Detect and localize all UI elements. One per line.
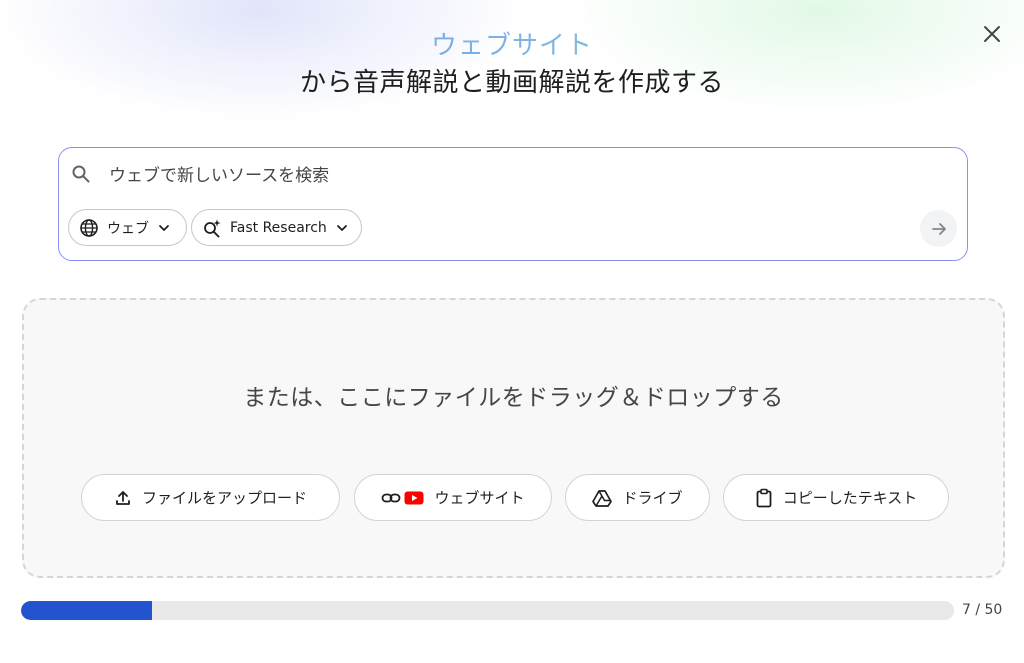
source-count-text: 7 / 50: [962, 602, 1003, 618]
youtube-icon: [404, 491, 424, 504]
drive-source-label: ドライブ: [622, 489, 683, 507]
website-source-label: ウェブサイト: [434, 489, 525, 507]
clipboard-icon: [756, 488, 772, 507]
upload-file-label: ファイルをアップロード: [141, 489, 307, 507]
copied-text-button[interactable]: コピーしたテキスト: [723, 474, 949, 521]
dialog-header: ウェブサイト から音声解説と動画解説を作成する: [0, 28, 1024, 102]
page-title: から音声解説と動画解説を作成する: [299, 68, 724, 98]
search-box: ウェブ Fast Research: [58, 147, 968, 261]
progress-fill: [21, 601, 152, 620]
submit-search-button[interactable]: [920, 210, 957, 247]
website-icons: [381, 491, 424, 505]
title-accent: ウェブサイト: [0, 28, 1024, 64]
research-mode-label: Fast Research: [230, 219, 327, 236]
sparkle-search-icon: [204, 219, 221, 237]
upload-icon: [116, 490, 130, 505]
dropzone-text: または、ここにファイルをドラッグ＆ドロップする: [243, 385, 784, 411]
search-input[interactable]: [109, 162, 909, 190]
copied-text-label: コピーしたテキスト: [782, 489, 918, 507]
chevron-down-icon: [336, 224, 347, 231]
upload-file-button[interactable]: ファイルをアップロード: [81, 474, 340, 521]
arrow-right-icon: [931, 222, 946, 235]
link-icon: [382, 493, 401, 502]
search-icon: [72, 165, 90, 183]
drive-icon: [592, 489, 613, 507]
website-source-button[interactable]: ウェブサイト: [354, 474, 552, 521]
chevron-down-icon: [159, 224, 169, 231]
research-mode-dropdown[interactable]: Fast Research: [191, 209, 362, 246]
globe-icon: [80, 218, 98, 237]
source-type-dropdown[interactable]: ウェブ: [68, 209, 187, 246]
source-type-label: ウェブ: [107, 220, 149, 237]
drive-source-button[interactable]: ドライブ: [565, 474, 710, 521]
source-limit-progress-bar: [21, 601, 954, 620]
file-dropzone[interactable]: または、ここにファイルをドラッグ＆ドロップする ファイルをアップロード ウェブサ…: [22, 298, 1005, 578]
